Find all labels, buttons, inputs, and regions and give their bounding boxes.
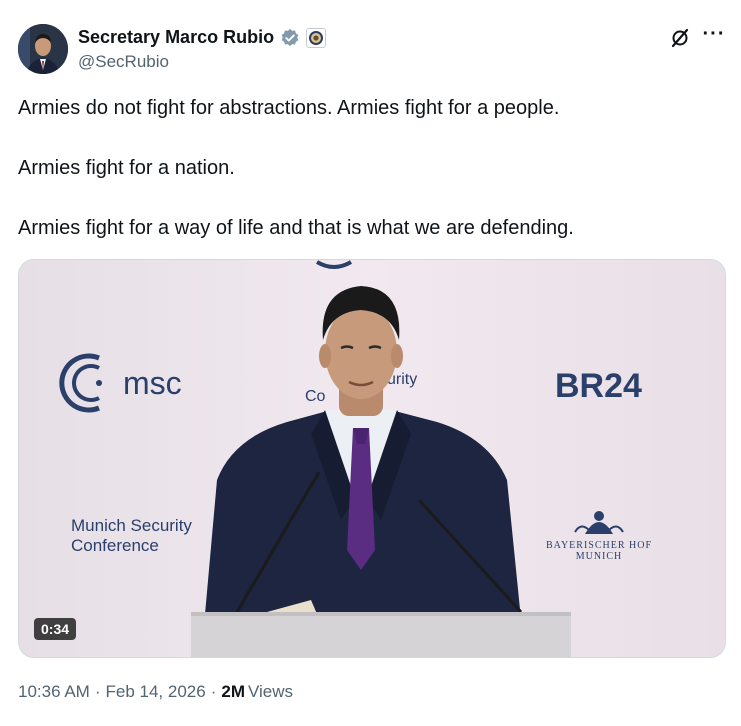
- tweet-meta: 10:36 AM · Feb 14, 2026 · 2M Views: [18, 682, 293, 702]
- tweet-text: Armies do not fight for abstractions. Ar…: [18, 96, 718, 276]
- grok-icon[interactable]: [668, 26, 692, 50]
- hotel-name-line2: MUNICH: [576, 551, 623, 562]
- video-frame: msc Munich Security Conference urity Co …: [19, 260, 725, 657]
- event-name-line2: Conference: [71, 536, 159, 555]
- video-player[interactable]: msc Munich Security Conference urity Co …: [18, 259, 726, 658]
- hotel-name-line1: BAYERISCHER HOF: [546, 540, 652, 551]
- author-display-name[interactable]: Secretary Marco Rubio: [78, 27, 274, 48]
- more-options-button[interactable]: ···: [700, 24, 728, 48]
- timestamp-date[interactable]: Feb 14, 2026: [106, 682, 206, 702]
- meta-separator: ·: [94, 682, 101, 701]
- timestamp-time[interactable]: 10:36 AM: [18, 682, 90, 702]
- tweet-paragraph: Armies fight for a nation.: [18, 157, 235, 179]
- views-count[interactable]: 2M: [221, 682, 245, 702]
- avatar-image: [18, 24, 68, 74]
- author-name-row: Secretary Marco Rubio: [78, 27, 327, 48]
- author-handle[interactable]: @SecRubio: [78, 52, 169, 72]
- partial-backdrop-text-2: Co: [305, 388, 326, 405]
- tweet-paragraph: Armies fight for a way of life and that …: [18, 217, 574, 239]
- broadcaster-logo: BR24: [555, 367, 642, 405]
- podium: [191, 612, 571, 657]
- verified-badge-icon[interactable]: [280, 28, 300, 48]
- video-duration-badge: 0:34: [34, 618, 77, 640]
- views-label: Views: [248, 682, 294, 701]
- government-seal-icon[interactable]: [306, 27, 327, 48]
- avatar[interactable]: [18, 24, 68, 74]
- msc-logo-text: msc: [123, 365, 182, 401]
- tweet-paragraph: Armies do not fight for abstractions. Ar…: [18, 97, 560, 119]
- meta-separator: ·: [210, 682, 217, 701]
- event-name-line1: Munich Security: [71, 516, 192, 535]
